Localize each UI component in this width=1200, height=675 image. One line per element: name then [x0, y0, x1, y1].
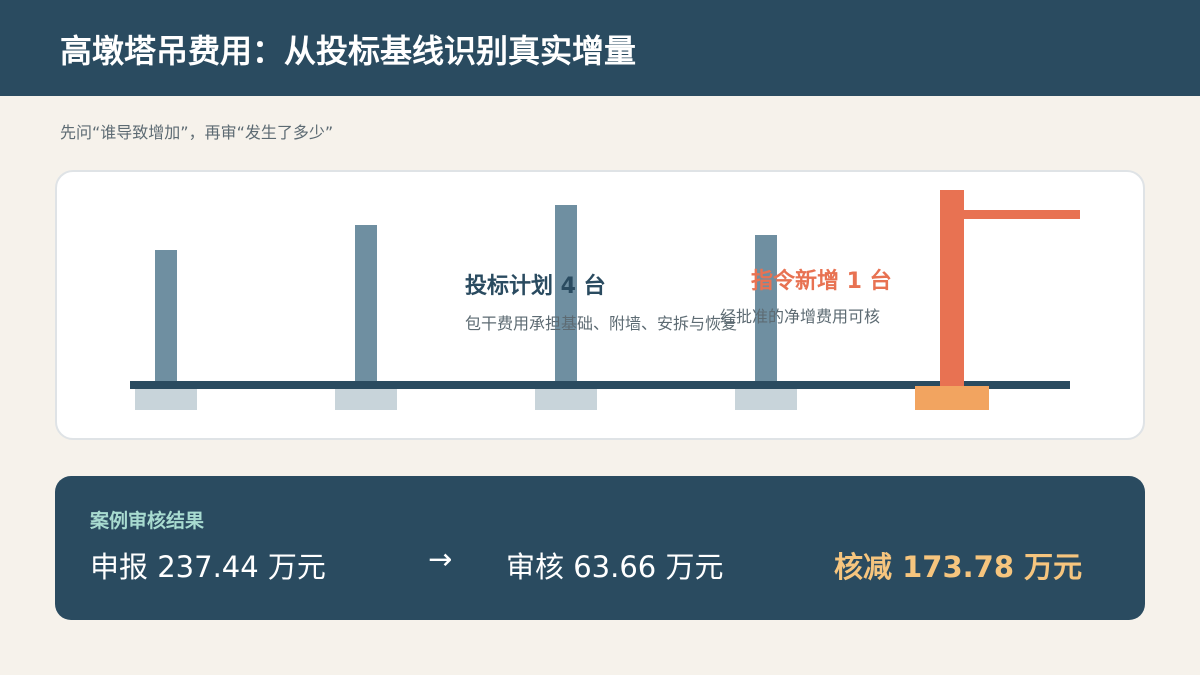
- header-bar: 高墩塔吊费用：从投标基线识别真实增量: [0, 0, 1200, 96]
- plan-crane-base-1: [135, 386, 197, 410]
- arrow-icon: →: [428, 542, 453, 576]
- reduction-amount: 核减 173.78 万元: [834, 550, 1083, 584]
- instructed-new-description: 经批准的净增费用可核: [720, 307, 881, 326]
- bid-plan-label: 投标计划 4 台: [465, 274, 606, 299]
- plan-crane-base-3: [535, 386, 597, 410]
- new-crane-mast: [940, 190, 964, 386]
- new-crane-jib: [964, 210, 1080, 219]
- declared-amount: 申报 237.44 万元: [90, 550, 326, 584]
- audited-amount: 审核 63.66 万元: [506, 550, 724, 584]
- plan-crane-base-4: [735, 386, 797, 410]
- page-subtitle: 先问“谁导致增加”，再审“发生了多少”: [60, 123, 334, 142]
- page-title: 高墩塔吊费用：从投标基线识别真实增量: [60, 32, 637, 70]
- instructed-new-label: 指令新增 1 台: [751, 269, 892, 294]
- plan-crane-mast-1: [155, 250, 177, 386]
- plan-crane-base-2: [335, 386, 397, 410]
- audit-result-heading: 案例审核结果: [90, 510, 205, 532]
- new-crane-base: [915, 386, 989, 410]
- bid-plan-description: 包干费用承担基础、附墙、安拆与恢复: [465, 314, 738, 333]
- plan-crane-mast-2: [355, 225, 377, 386]
